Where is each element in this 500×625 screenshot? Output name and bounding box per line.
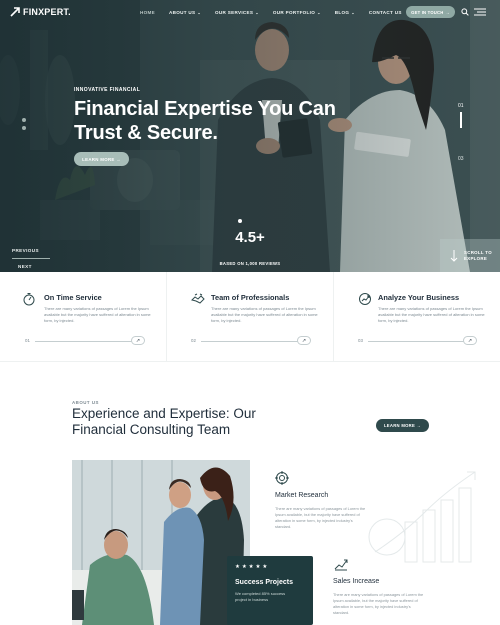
feature-divider — [368, 341, 464, 342]
nav-item-label: BLOG — [334, 9, 350, 15]
feature-number: 03 — [358, 338, 363, 343]
nav-item-our-services[interactable]: OUR SERVICES ⌄ — [215, 10, 259, 15]
slide-index-last[interactable]: 03 — [458, 156, 464, 162]
scroll-to-explore-button[interactable]: SCROLL TO EXPLORE — [440, 239, 500, 272]
hero-section: FINXPERT. HOME ABOUT US ⌄ OUR SERVICES ⌄ O… — [0, 0, 500, 272]
feature-number: 02 — [191, 338, 196, 343]
feature-text: There are many variations of passages of… — [378, 306, 485, 323]
features-row: On Time Service There are many variation… — [0, 272, 500, 362]
slide-progress-bar — [460, 112, 462, 128]
service-text: There are many variations of passages of… — [333, 592, 424, 615]
main-menu: HOME ABOUT US ⌄ OUR SERVICES ⌄ OUR PORTFOL… — [140, 0, 416, 24]
feature-divider — [201, 341, 298, 342]
scroll-to-explore-label: SCROLL TO EXPLORE — [464, 250, 492, 262]
service-title: Sales Increase — [333, 578, 380, 585]
chevron-down-icon: ⌄ — [351, 9, 355, 15]
nav-item-label: OUR SERVICES — [215, 9, 254, 15]
prev-next-divider — [12, 258, 50, 259]
feature-arrow-button[interactable]: ↗ — [297, 336, 311, 345]
hero-eyebrow: INNOVATIVE FINANCIAL — [74, 87, 141, 93]
service-title: Market Research — [275, 492, 329, 499]
team-photo — [72, 460, 250, 625]
success-projects-card: ★★★★★ Success Projects We completed 85% … — [227, 556, 313, 625]
brand-logo[interactable]: FINXPERT. — [10, 7, 71, 17]
side-dots-decoration — [22, 118, 26, 134]
nav-item-label: OUR PORTFOLIO — [272, 9, 316, 15]
brand-name: FINXPERT. — [23, 7, 71, 17]
about-learn-more-button[interactable]: LEARN MORE → — [376, 419, 429, 432]
get-in-touch-label: GET IN TOUCH — [411, 9, 444, 15]
chevron-down-icon: ⌄ — [317, 9, 321, 15]
feature-title: Analyze Your Business — [378, 293, 460, 302]
nav-item-about-us[interactable]: ABOUT US ⌄ — [169, 10, 201, 15]
feature-text: There are many variations of passages of… — [44, 306, 151, 323]
arrow-right-icon: ↗ — [301, 337, 307, 344]
feature-title: On Time Service — [44, 293, 102, 302]
about-title: Experience and Expertise: Our Financial … — [72, 406, 256, 437]
feature-card: Team of Professionals There are many var… — [167, 272, 334, 361]
sales-increase-icon — [334, 559, 348, 571]
feature-text: There are many variations of passages of… — [211, 306, 318, 323]
handshake-icon — [191, 293, 205, 304]
feature-arrow-button[interactable]: ↗ — [463, 336, 477, 345]
stopwatch-icon — [23, 293, 35, 306]
slide-index-current[interactable]: 01 — [458, 103, 464, 109]
nav-item-label: HOME — [140, 9, 155, 15]
nav-item-home[interactable]: HOME — [140, 10, 155, 15]
nav-item-contact-us[interactable]: CONTACT US — [369, 10, 402, 15]
chevron-down-icon: ⌄ — [197, 9, 202, 15]
feature-card: Analyze Your Business There are many var… — [334, 272, 500, 361]
chart-decoration — [368, 471, 476, 563]
nav-item-blog[interactable]: BLOG ⌄ — [335, 10, 355, 15]
nav-item-label: ABOUT US — [168, 9, 196, 15]
chevron-down-icon: ⌄ — [255, 9, 259, 15]
get-in-touch-button[interactable]: GET IN TOUCH → — [406, 6, 455, 18]
rating-stars-icon: ★★★★★ — [235, 564, 270, 570]
search-icon[interactable] — [461, 8, 469, 16]
rating-caption: BASED ON 1,000 REVIEWS — [219, 261, 281, 266]
nav-item-label: CONTACT US — [368, 9, 402, 15]
next-slide-button[interactable]: NEXT — [18, 264, 32, 269]
logo-arrow-icon — [10, 7, 20, 17]
feature-card: On Time Service There are many variation… — [0, 272, 167, 361]
previous-slide-button[interactable]: PREVIOUS — [12, 248, 39, 253]
hero-learn-more-button[interactable]: LEARN MORE → — [74, 152, 129, 166]
feature-number: 01 — [25, 338, 30, 343]
feature-title: Team of Professionals — [211, 293, 290, 302]
scroll-label-line-1: SCROLL TO — [464, 249, 492, 255]
rating-dot — [238, 219, 242, 223]
about-eyebrow: ABOUT US — [72, 400, 99, 405]
feature-arrow-button[interactable]: ↗ — [131, 336, 145, 345]
rating-value: 4.5+ — [235, 229, 265, 246]
arrow-right-icon: → — [445, 9, 450, 15]
success-card-text: We completed 85% success project in busi… — [235, 591, 286, 602]
arrow-right-icon: ↗ — [467, 337, 473, 344]
feature-divider — [35, 341, 132, 342]
hamburger-menu-icon[interactable] — [474, 8, 486, 16]
arrow-right-icon: ↗ — [135, 337, 141, 344]
market-research-icon — [275, 471, 289, 485]
analytics-icon — [359, 293, 371, 305]
nav-item-our-portfolio[interactable]: OUR PORTFOLIO ⌄ — [273, 10, 321, 15]
top-nav: FINXPERT. HOME ABOUT US ⌄ OUR SERVICES ⌄ O… — [0, 0, 500, 24]
arrow-down-icon — [450, 249, 458, 262]
hero-title: Financial Expertise You Can Trust & Secu… — [74, 98, 336, 144]
page: FINXPERT. HOME ABOUT US ⌄ OUR SERVICES ⌄ O… — [0, 0, 500, 625]
success-card-title: Success Projects — [235, 579, 293, 586]
service-text: There are many variations of passages of… — [275, 506, 366, 529]
scroll-label-line-2: EXPLORE — [464, 255, 488, 261]
